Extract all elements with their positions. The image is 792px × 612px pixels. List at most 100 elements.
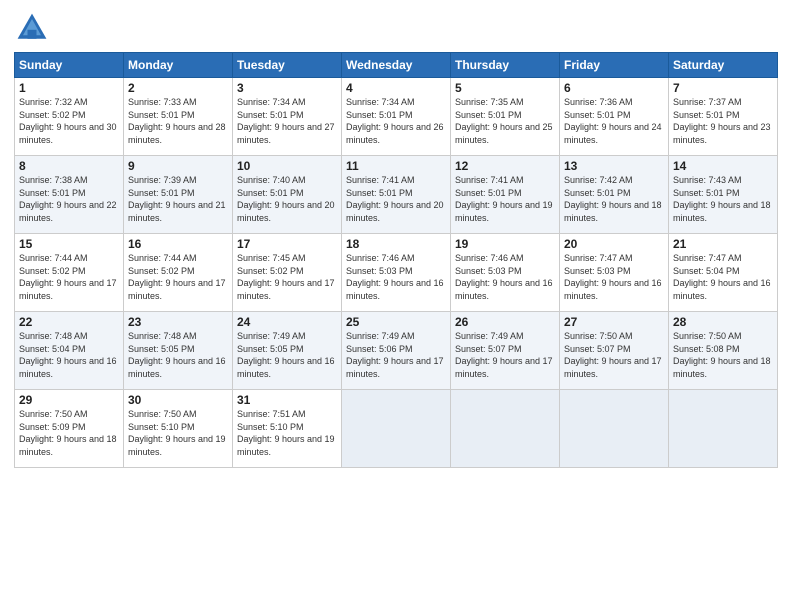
calendar-week-1: 1 Sunrise: 7:32 AMSunset: 5:02 PMDayligh… (15, 78, 778, 156)
calendar-cell: 24 Sunrise: 7:49 AMSunset: 5:05 PMDaylig… (233, 312, 342, 390)
day-info: Sunrise: 7:41 AMSunset: 5:01 PMDaylight:… (455, 174, 555, 224)
header (14, 10, 778, 46)
day-number: 16 (128, 237, 228, 251)
calendar-cell: 7 Sunrise: 7:37 AMSunset: 5:01 PMDayligh… (669, 78, 778, 156)
calendar-week-2: 8 Sunrise: 7:38 AMSunset: 5:01 PMDayligh… (15, 156, 778, 234)
day-info: Sunrise: 7:49 AMSunset: 5:06 PMDaylight:… (346, 330, 446, 380)
calendar-header-thursday: Thursday (451, 53, 560, 78)
day-number: 2 (128, 81, 228, 95)
calendar-cell: 18 Sunrise: 7:46 AMSunset: 5:03 PMDaylig… (342, 234, 451, 312)
day-number: 20 (564, 237, 664, 251)
calendar-header-monday: Monday (124, 53, 233, 78)
day-info: Sunrise: 7:46 AMSunset: 5:03 PMDaylight:… (346, 252, 446, 302)
calendar-cell: 30 Sunrise: 7:50 AMSunset: 5:10 PMDaylig… (124, 390, 233, 468)
day-number: 9 (128, 159, 228, 173)
day-info: Sunrise: 7:46 AMSunset: 5:03 PMDaylight:… (455, 252, 555, 302)
day-info: Sunrise: 7:48 AMSunset: 5:04 PMDaylight:… (19, 330, 119, 380)
calendar-cell: 25 Sunrise: 7:49 AMSunset: 5:06 PMDaylig… (342, 312, 451, 390)
day-info: Sunrise: 7:48 AMSunset: 5:05 PMDaylight:… (128, 330, 228, 380)
day-number: 7 (673, 81, 773, 95)
day-info: Sunrise: 7:51 AMSunset: 5:10 PMDaylight:… (237, 408, 337, 458)
day-info: Sunrise: 7:40 AMSunset: 5:01 PMDaylight:… (237, 174, 337, 224)
calendar-cell: 1 Sunrise: 7:32 AMSunset: 5:02 PMDayligh… (15, 78, 124, 156)
calendar-cell: 31 Sunrise: 7:51 AMSunset: 5:10 PMDaylig… (233, 390, 342, 468)
calendar-cell (451, 390, 560, 468)
day-info: Sunrise: 7:37 AMSunset: 5:01 PMDaylight:… (673, 96, 773, 146)
calendar-week-5: 29 Sunrise: 7:50 AMSunset: 5:09 PMDaylig… (15, 390, 778, 468)
day-number: 8 (19, 159, 119, 173)
day-number: 4 (346, 81, 446, 95)
calendar-cell: 16 Sunrise: 7:44 AMSunset: 5:02 PMDaylig… (124, 234, 233, 312)
calendar-cell: 8 Sunrise: 7:38 AMSunset: 5:01 PMDayligh… (15, 156, 124, 234)
day-info: Sunrise: 7:38 AMSunset: 5:01 PMDaylight:… (19, 174, 119, 224)
day-info: Sunrise: 7:34 AMSunset: 5:01 PMDaylight:… (346, 96, 446, 146)
calendar-page: SundayMondayTuesdayWednesdayThursdayFrid… (0, 0, 792, 612)
day-info: Sunrise: 7:50 AMSunset: 5:08 PMDaylight:… (673, 330, 773, 380)
calendar-cell: 11 Sunrise: 7:41 AMSunset: 5:01 PMDaylig… (342, 156, 451, 234)
day-number: 21 (673, 237, 773, 251)
day-info: Sunrise: 7:43 AMSunset: 5:01 PMDaylight:… (673, 174, 773, 224)
calendar-header-tuesday: Tuesday (233, 53, 342, 78)
calendar-cell (669, 390, 778, 468)
calendar-cell: 12 Sunrise: 7:41 AMSunset: 5:01 PMDaylig… (451, 156, 560, 234)
day-number: 3 (237, 81, 337, 95)
calendar-cell: 22 Sunrise: 7:48 AMSunset: 5:04 PMDaylig… (15, 312, 124, 390)
day-number: 10 (237, 159, 337, 173)
day-info: Sunrise: 7:39 AMSunset: 5:01 PMDaylight:… (128, 174, 228, 224)
day-info: Sunrise: 7:49 AMSunset: 5:05 PMDaylight:… (237, 330, 337, 380)
day-info: Sunrise: 7:35 AMSunset: 5:01 PMDaylight:… (455, 96, 555, 146)
calendar-table: SundayMondayTuesdayWednesdayThursdayFrid… (14, 52, 778, 468)
calendar-cell: 5 Sunrise: 7:35 AMSunset: 5:01 PMDayligh… (451, 78, 560, 156)
calendar-cell: 2 Sunrise: 7:33 AMSunset: 5:01 PMDayligh… (124, 78, 233, 156)
calendar-cell: 21 Sunrise: 7:47 AMSunset: 5:04 PMDaylig… (669, 234, 778, 312)
calendar-cell: 19 Sunrise: 7:46 AMSunset: 5:03 PMDaylig… (451, 234, 560, 312)
day-number: 6 (564, 81, 664, 95)
day-number: 28 (673, 315, 773, 329)
day-number: 1 (19, 81, 119, 95)
calendar-cell: 17 Sunrise: 7:45 AMSunset: 5:02 PMDaylig… (233, 234, 342, 312)
calendar-header-sunday: Sunday (15, 53, 124, 78)
calendar-cell: 23 Sunrise: 7:48 AMSunset: 5:05 PMDaylig… (124, 312, 233, 390)
day-info: Sunrise: 7:34 AMSunset: 5:01 PMDaylight:… (237, 96, 337, 146)
day-info: Sunrise: 7:50 AMSunset: 5:10 PMDaylight:… (128, 408, 228, 458)
calendar-week-3: 15 Sunrise: 7:44 AMSunset: 5:02 PMDaylig… (15, 234, 778, 312)
day-number: 14 (673, 159, 773, 173)
day-number: 15 (19, 237, 119, 251)
day-number: 18 (346, 237, 446, 251)
day-number: 29 (19, 393, 119, 407)
calendar-cell: 27 Sunrise: 7:50 AMSunset: 5:07 PMDaylig… (560, 312, 669, 390)
calendar-cell: 20 Sunrise: 7:47 AMSunset: 5:03 PMDaylig… (560, 234, 669, 312)
day-number: 26 (455, 315, 555, 329)
day-info: Sunrise: 7:47 AMSunset: 5:04 PMDaylight:… (673, 252, 773, 302)
calendar-header-wednesday: Wednesday (342, 53, 451, 78)
day-info: Sunrise: 7:32 AMSunset: 5:02 PMDaylight:… (19, 96, 119, 146)
calendar-header-saturday: Saturday (669, 53, 778, 78)
day-number: 11 (346, 159, 446, 173)
calendar-cell: 15 Sunrise: 7:44 AMSunset: 5:02 PMDaylig… (15, 234, 124, 312)
day-info: Sunrise: 7:50 AMSunset: 5:07 PMDaylight:… (564, 330, 664, 380)
calendar-cell: 10 Sunrise: 7:40 AMSunset: 5:01 PMDaylig… (233, 156, 342, 234)
day-number: 27 (564, 315, 664, 329)
calendar-cell (560, 390, 669, 468)
logo-icon (14, 10, 50, 46)
day-info: Sunrise: 7:36 AMSunset: 5:01 PMDaylight:… (564, 96, 664, 146)
day-info: Sunrise: 7:44 AMSunset: 5:02 PMDaylight:… (19, 252, 119, 302)
day-info: Sunrise: 7:50 AMSunset: 5:09 PMDaylight:… (19, 408, 119, 458)
calendar-cell: 29 Sunrise: 7:50 AMSunset: 5:09 PMDaylig… (15, 390, 124, 468)
day-number: 31 (237, 393, 337, 407)
calendar-cell: 9 Sunrise: 7:39 AMSunset: 5:01 PMDayligh… (124, 156, 233, 234)
day-info: Sunrise: 7:44 AMSunset: 5:02 PMDaylight:… (128, 252, 228, 302)
day-number: 23 (128, 315, 228, 329)
day-number: 25 (346, 315, 446, 329)
day-number: 22 (19, 315, 119, 329)
calendar-header-friday: Friday (560, 53, 669, 78)
day-number: 12 (455, 159, 555, 173)
calendar-cell: 4 Sunrise: 7:34 AMSunset: 5:01 PMDayligh… (342, 78, 451, 156)
calendar-header-row: SundayMondayTuesdayWednesdayThursdayFrid… (15, 53, 778, 78)
day-number: 5 (455, 81, 555, 95)
day-number: 17 (237, 237, 337, 251)
calendar-cell: 28 Sunrise: 7:50 AMSunset: 5:08 PMDaylig… (669, 312, 778, 390)
calendar-cell: 3 Sunrise: 7:34 AMSunset: 5:01 PMDayligh… (233, 78, 342, 156)
day-info: Sunrise: 7:42 AMSunset: 5:01 PMDaylight:… (564, 174, 664, 224)
calendar-cell: 6 Sunrise: 7:36 AMSunset: 5:01 PMDayligh… (560, 78, 669, 156)
